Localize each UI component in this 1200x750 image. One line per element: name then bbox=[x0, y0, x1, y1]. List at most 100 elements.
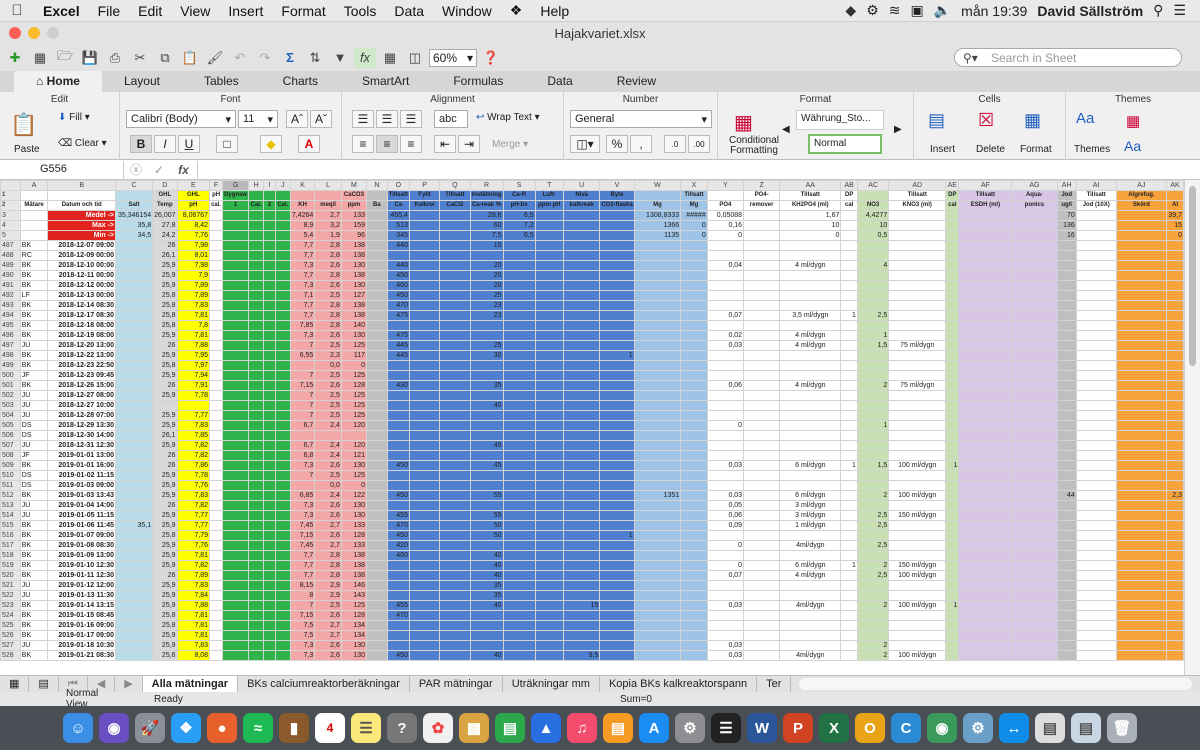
data-cell[interactable] bbox=[599, 650, 635, 661]
column-header[interactable]: T bbox=[534, 180, 565, 191]
data-cell[interactable] bbox=[222, 480, 250, 491]
data-cell[interactable] bbox=[274, 280, 291, 291]
data-cell[interactable] bbox=[779, 550, 842, 561]
data-cell[interactable] bbox=[366, 560, 388, 571]
data-cell[interactable] bbox=[599, 430, 635, 441]
data-cell[interactable] bbox=[706, 450, 745, 461]
data-cell[interactable] bbox=[599, 270, 635, 281]
data-cell[interactable]: 25,8 bbox=[152, 620, 178, 631]
data-cell[interactable] bbox=[248, 610, 265, 621]
data-cell[interactable] bbox=[680, 650, 708, 661]
column-header[interactable]: C bbox=[114, 180, 154, 191]
data-cell[interactable] bbox=[1075, 470, 1117, 481]
data-cell[interactable] bbox=[945, 240, 960, 251]
data-cell[interactable]: 7 bbox=[289, 340, 316, 351]
summary-cell[interactable]: 7,4264 bbox=[289, 210, 316, 221]
data-cell[interactable] bbox=[680, 490, 708, 501]
data-cell[interactable] bbox=[680, 530, 708, 541]
data-cell[interactable]: 25,9 bbox=[152, 390, 178, 401]
data-cell[interactable] bbox=[263, 590, 276, 601]
data-cell[interactable] bbox=[274, 250, 291, 261]
undo-icon[interactable]: ↶ bbox=[229, 48, 251, 68]
summary-cell[interactable]: 0,5 bbox=[856, 230, 890, 241]
number-format-select[interactable]: General ▾ bbox=[570, 110, 712, 128]
header-cell[interactable]: Algrefug. bbox=[1115, 190, 1168, 201]
sheet-tab-ter[interactable]: Ter bbox=[757, 675, 792, 693]
summary-cell[interactable]: 0 bbox=[680, 230, 708, 241]
data-cell[interactable] bbox=[408, 450, 441, 461]
summary-cell[interactable] bbox=[19, 220, 49, 231]
data-cell[interactable] bbox=[469, 430, 504, 441]
data-cell[interactable]: 128 bbox=[340, 610, 368, 621]
data-cell[interactable] bbox=[856, 470, 890, 481]
data-cell[interactable] bbox=[888, 250, 947, 261]
data-cell[interactable]: BK bbox=[19, 570, 49, 581]
data-cell[interactable] bbox=[563, 260, 601, 271]
data-cell[interactable] bbox=[114, 280, 154, 291]
data-cell[interactable] bbox=[222, 460, 250, 471]
menu-tools[interactable]: Tools bbox=[335, 3, 386, 19]
data-cell[interactable] bbox=[1011, 520, 1058, 531]
summary-cell[interactable] bbox=[274, 220, 291, 231]
data-cell[interactable] bbox=[366, 480, 388, 491]
data-cell[interactable] bbox=[1166, 480, 1184, 491]
summary-cell[interactable]: 5,4 bbox=[289, 230, 316, 241]
data-cell[interactable]: 2019-01-13 11:30 bbox=[47, 590, 116, 601]
data-cell[interactable]: 55 bbox=[469, 510, 504, 521]
data-cell[interactable] bbox=[469, 500, 504, 511]
data-cell[interactable] bbox=[366, 490, 388, 501]
data-cell[interactable]: JU bbox=[19, 340, 49, 351]
data-cell[interactable] bbox=[1075, 350, 1117, 361]
data-cell[interactable] bbox=[743, 310, 781, 321]
data-cell[interactable] bbox=[408, 640, 441, 651]
summary-cell[interactable]: 136 bbox=[1056, 220, 1077, 231]
data-cell[interactable] bbox=[1011, 630, 1058, 641]
data-cell[interactable] bbox=[439, 420, 471, 431]
data-cell[interactable]: 25,9 bbox=[152, 590, 178, 601]
data-cell[interactable] bbox=[408, 290, 441, 301]
data-cell[interactable]: 6,7 bbox=[289, 420, 316, 431]
data-cell[interactable] bbox=[706, 630, 745, 641]
data-cell[interactable] bbox=[945, 500, 960, 511]
row-header[interactable]: 493 bbox=[0, 300, 21, 311]
data-cell[interactable] bbox=[779, 620, 842, 631]
data-cell[interactable] bbox=[633, 340, 682, 351]
header-cell[interactable]: remover bbox=[743, 200, 781, 211]
summary-cell[interactable]: 60 bbox=[469, 220, 504, 231]
data-cell[interactable] bbox=[563, 360, 601, 371]
data-cell[interactable]: 1,5 bbox=[856, 340, 890, 351]
data-cell[interactable] bbox=[534, 650, 565, 661]
data-cell[interactable]: 25,6 bbox=[152, 650, 178, 661]
data-cell[interactable]: 7,82 bbox=[176, 450, 211, 461]
horizontal-scrollbar[interactable] bbox=[799, 678, 1192, 690]
data-cell[interactable] bbox=[633, 620, 682, 631]
summary-cell[interactable]: 1,9 bbox=[314, 230, 342, 241]
data-cell[interactable] bbox=[386, 560, 410, 571]
orientation-select[interactable]: abc bbox=[434, 110, 468, 128]
header-cell[interactable]: kalkreak bbox=[563, 200, 601, 211]
data-cell[interactable]: 7,5 bbox=[289, 630, 316, 641]
data-cell[interactable]: 7,76 bbox=[176, 540, 211, 551]
data-cell[interactable] bbox=[888, 290, 947, 301]
data-cell[interactable]: 100 ml/dygn bbox=[888, 650, 947, 661]
data-cell[interactable]: 125 bbox=[340, 370, 368, 381]
summary-cell[interactable] bbox=[248, 230, 265, 241]
data-cell[interactable] bbox=[248, 330, 265, 341]
data-cell[interactable] bbox=[599, 250, 635, 261]
sheet-table[interactable]: A B C D E F G H I J K L M N O P Q R S T U V W X Y Z AA AB AC AD AE AF AG… bbox=[0, 180, 1184, 661]
data-cell[interactable] bbox=[1115, 500, 1168, 511]
data-cell[interactable] bbox=[599, 320, 635, 331]
data-cell[interactable] bbox=[502, 460, 536, 471]
data-cell[interactable] bbox=[856, 450, 890, 461]
data-cell[interactable] bbox=[680, 570, 708, 581]
data-cell[interactable]: 460 bbox=[386, 550, 410, 561]
data-cell[interactable]: BK bbox=[19, 560, 49, 571]
summary-cell[interactable]: 455,4 bbox=[386, 210, 410, 221]
data-cell[interactable] bbox=[1011, 400, 1058, 411]
data-cell[interactable] bbox=[599, 550, 635, 561]
data-cell[interactable]: BK bbox=[19, 280, 49, 291]
summary-cell[interactable]: 15 bbox=[1166, 220, 1184, 231]
data-cell[interactable]: 125 bbox=[340, 470, 368, 481]
styles-prev-icon[interactable]: ◀ bbox=[782, 124, 790, 135]
data-cell[interactable]: 7,82 bbox=[176, 560, 211, 571]
